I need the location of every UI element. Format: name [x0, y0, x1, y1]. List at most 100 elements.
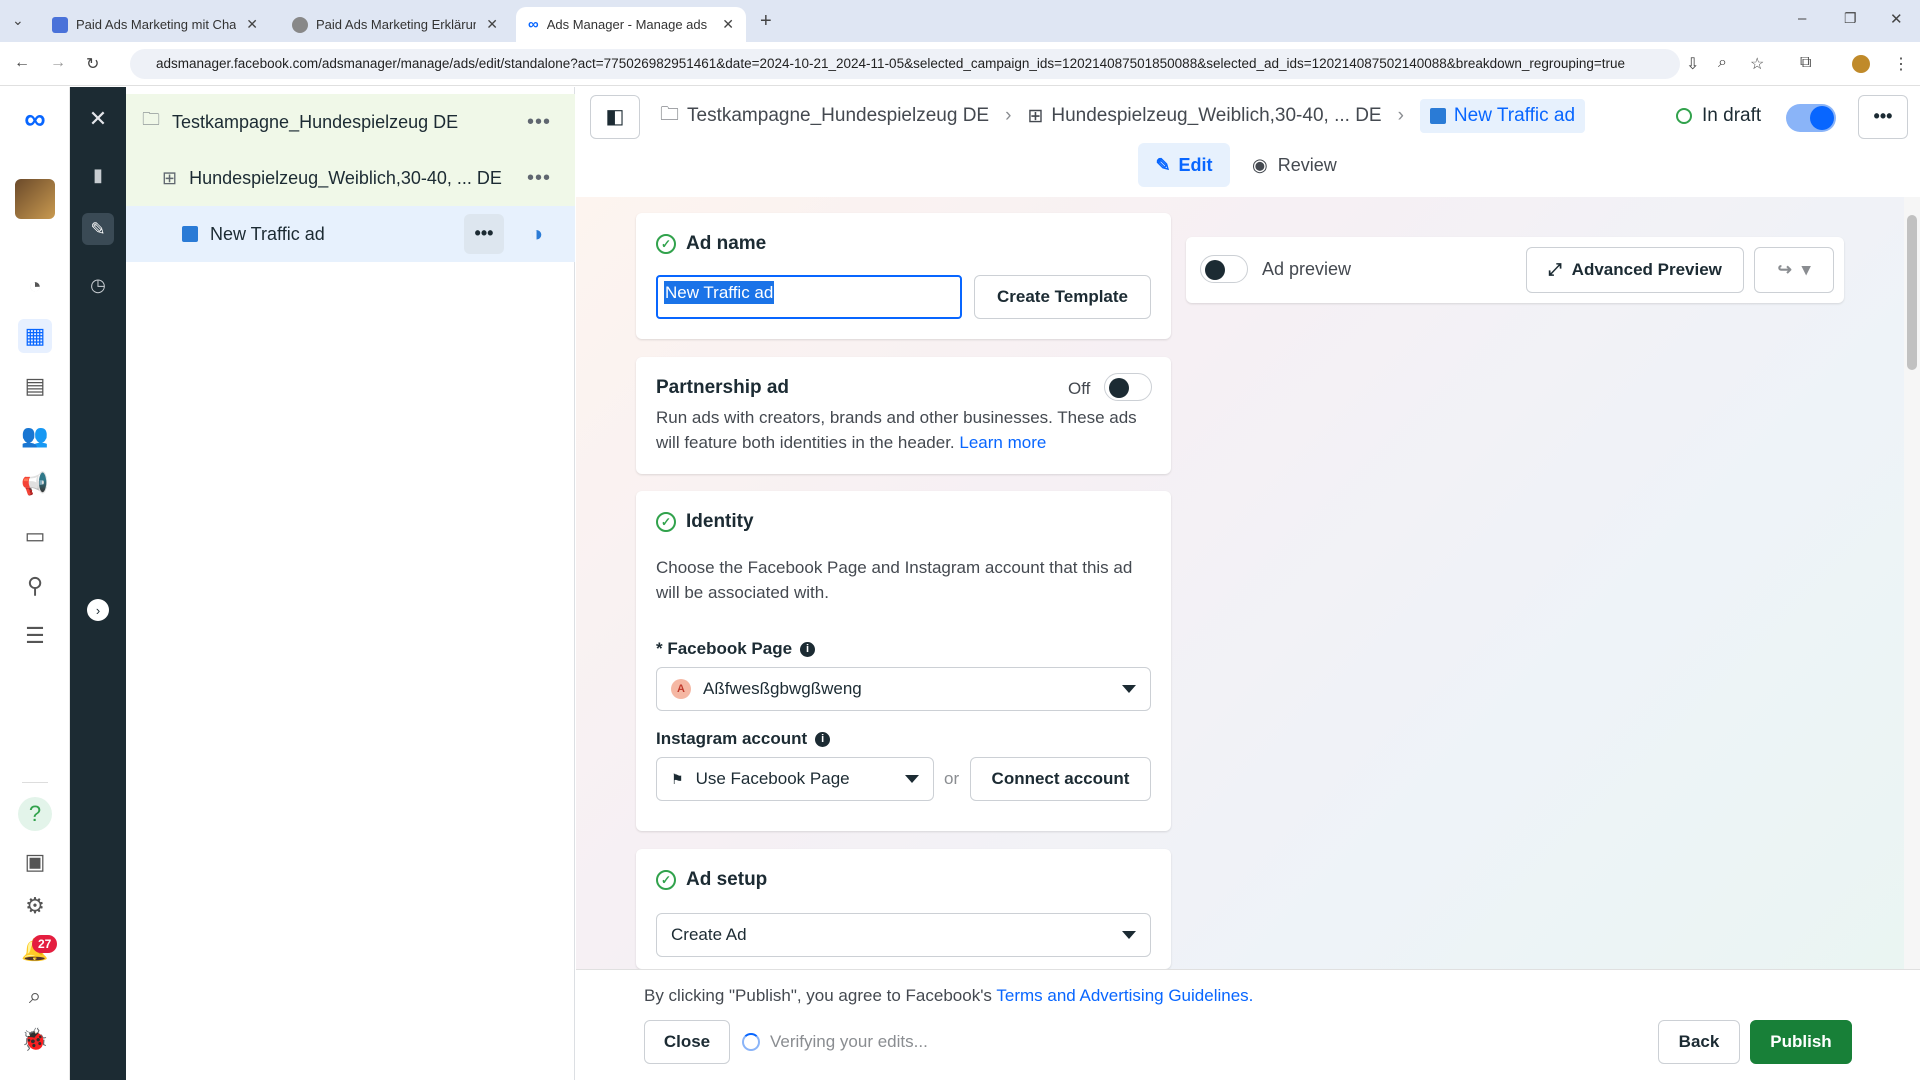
ad-setup-select[interactable]: Create Ad: [656, 913, 1151, 957]
restore-icon[interactable]: ❐: [1844, 10, 1857, 27]
learn-more-link[interactable]: Learn more: [959, 433, 1046, 452]
share-dropdown-button[interactable]: ↪ ▾: [1754, 247, 1834, 293]
instagram-account-select[interactable]: ⚑ Use Facebook Page: [656, 757, 934, 801]
ad-setup-card: ✓ Ad setup Create Ad: [636, 849, 1171, 969]
rail-divider: [22, 782, 48, 783]
settings-gear-icon[interactable]: ⚙: [18, 889, 52, 923]
chevron-down-icon: [1122, 685, 1136, 693]
search-icon[interactable]: ⌕: [18, 979, 52, 1013]
terms-link[interactable]: Terms and Advertising Guidelines.: [996, 986, 1253, 1005]
minimize-icon[interactable]: –: [1798, 10, 1806, 27]
help-icon[interactable]: ?: [18, 797, 52, 831]
audiences-icon[interactable]: 👥: [18, 419, 52, 453]
delivery-toggle[interactable]: [1786, 104, 1836, 132]
editor-side-toolbar: ✕ ▮ ✎ ◷ ›: [70, 87, 126, 1080]
terms-prefix: By clicking "Publish", you agree to Face…: [644, 986, 992, 1005]
identity-card: ✓ Identity Choose the Facebook Page and …: [636, 491, 1171, 831]
header-more-icon[interactable]: •••: [1858, 95, 1908, 139]
account-avatar[interactable]: [15, 179, 55, 219]
ad-name-input[interactable]: New Traffic ad: [656, 275, 962, 319]
create-template-button[interactable]: Create Template: [974, 275, 1151, 319]
catalog-icon[interactable]: ▤: [18, 369, 52, 403]
tab-title: Ads Manager - Manage ads - A: [546, 17, 707, 32]
breadcrumb-ad[interactable]: New Traffic ad: [1419, 99, 1586, 133]
connect-account-button[interactable]: Connect account: [970, 757, 1151, 801]
zoom-icon[interactable]: ⌕: [1718, 54, 1727, 72]
chevron-down-icon: [905, 775, 919, 783]
advanced-preview-button[interactable]: ⤢ Advanced Preview: [1526, 247, 1744, 293]
close-tab-icon[interactable]: ✕: [486, 16, 498, 33]
campaigns-megaphone-icon[interactable]: 📢: [18, 467, 52, 501]
news-icon[interactable]: ▣: [18, 845, 52, 879]
history-clock-icon[interactable]: ◷: [82, 269, 114, 301]
browser-tab-2[interactable]: Paid Ads Marketing Erklärung ✕: [280, 7, 510, 42]
identity-header: ✓ Identity: [656, 511, 754, 533]
partnership-title: Partnership ad: [656, 377, 790, 398]
reload-icon[interactable]: ↻: [86, 54, 99, 74]
billing-card-icon[interactable]: ▭: [18, 519, 52, 553]
close-editor-icon[interactable]: ✕: [82, 103, 114, 135]
toggle-panel-icon[interactable]: ◧: [590, 95, 640, 139]
chevron-right-icon: ›: [1005, 105, 1012, 126]
info-icon[interactable]: i: [800, 641, 816, 657]
ad-preview-toggle[interactable]: [1200, 255, 1248, 283]
edit-pencil-icon[interactable]: ✎: [82, 213, 114, 245]
ad-preview-bar: Ad preview ⤢ Advanced Preview ↪ ▾: [1186, 237, 1844, 303]
install-icon[interactable]: ⇩: [1686, 54, 1699, 74]
chart-bars-icon[interactable]: ▮: [82, 159, 114, 191]
adset-more-icon[interactable]: •••: [527, 167, 551, 190]
tree-ad-row[interactable]: New Traffic ad ••• ◑: [126, 206, 575, 262]
tab-review-label: Review: [1277, 154, 1337, 175]
dashboard-gauge-icon[interactable]: ◔: [18, 269, 52, 303]
expand-icon: ⤢: [1548, 260, 1562, 279]
info-icon[interactable]: i: [815, 731, 831, 747]
partnership-toggle[interactable]: [1104, 373, 1152, 401]
tab-review[interactable]: ◉ Review: [1252, 143, 1337, 187]
close-tab-icon[interactable]: ✕: [722, 16, 734, 33]
or-label: or: [944, 769, 960, 788]
meta-icon: ∞: [528, 16, 539, 33]
all-tools-menu-icon[interactable]: ☰: [18, 619, 52, 653]
campaign-more-icon[interactable]: •••: [527, 111, 551, 134]
close-window-icon[interactable]: ✕: [1890, 10, 1903, 28]
editor-header: ◧ 🗀 Testkampagne_Hundespielzeug DE › ⊞ H…: [576, 87, 1920, 197]
report-bug-icon[interactable]: 🐞: [18, 1023, 52, 1057]
bookmark-star-icon[interactable]: ☆: [1750, 54, 1764, 74]
breadcrumb-campaign[interactable]: Testkampagne_Hundespielzeug DE: [687, 105, 989, 127]
tree-adset-row[interactable]: ⊞ Hundespielzeug_Weiblich,30-40, ... DE …: [126, 150, 575, 206]
facebook-page-select[interactable]: A Aßfwesßgbwgßweng: [656, 667, 1151, 711]
identity-title: Identity: [686, 511, 754, 532]
notifications-badge: 27: [32, 935, 58, 953]
tree-campaign-row[interactable]: 🗀 Testkampagne_Hundespielzeug DE •••: [126, 94, 575, 150]
global-nav-rail: ∞ ◔ ▦ ▤ 👥 📢 ▭ ⚲ ☰ ? ▣ ⚙ 🔔 27 ⌕ 🐞: [0, 87, 70, 1080]
ad-name-title: Ad name: [686, 233, 767, 254]
profile-avatar[interactable]: [1852, 55, 1870, 73]
new-tab-button[interactable]: +: [760, 10, 772, 33]
address-bar[interactable]: adsmanager.facebook.com/adsmanager/manag…: [130, 49, 1680, 79]
tree-ad-name: New Traffic ad: [210, 223, 325, 244]
business-settings-icon[interactable]: ⚲: [18, 569, 52, 603]
ad-setup-title: Ad setup: [686, 869, 768, 890]
main-scrollbar[interactable]: [1904, 197, 1920, 969]
back-icon[interactable]: ←: [14, 54, 30, 72]
meta-logo-icon[interactable]: ∞: [18, 103, 52, 137]
ads-manager-table-icon[interactable]: ▦: [18, 319, 52, 353]
browser-tab-3[interactable]: ∞ Ads Manager - Manage ads - A ✕: [516, 7, 746, 42]
extensions-icon[interactable]: ⧉: [1800, 54, 1811, 72]
browser-toolbar: ← → ↻ adsmanager.facebook.com/adsmanager…: [0, 42, 1920, 86]
expand-chevron-icon[interactable]: ›: [87, 599, 109, 621]
close-tab-icon[interactable]: ✕: [246, 16, 258, 33]
contrast-status-icon[interactable]: ◑: [530, 221, 543, 247]
ad-more-icon[interactable]: •••: [464, 214, 504, 254]
close-button[interactable]: Close: [644, 1020, 730, 1064]
back-button[interactable]: Back: [1658, 1020, 1740, 1064]
tab-search-icon[interactable]: ⌄: [12, 12, 24, 29]
forward-icon[interactable]: →: [50, 54, 66, 72]
browser-menu-icon[interactable]: ⋮: [1893, 54, 1909, 74]
tab-edit[interactable]: ✎ Edit: [1138, 143, 1230, 187]
browser-tab-1[interactable]: Paid Ads Marketing mit ChatGPT ✕: [40, 7, 270, 42]
publish-button[interactable]: Publish: [1750, 1020, 1852, 1064]
verifying-label: Verifying your edits...: [770, 1032, 928, 1051]
breadcrumb-adset[interactable]: Hundespielzeug_Weiblich,30-40, ... DE: [1051, 105, 1381, 127]
page-avatar: A: [671, 679, 691, 699]
